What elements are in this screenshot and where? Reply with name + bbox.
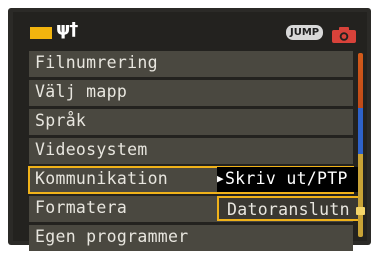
jump-button[interactable]: JUMP	[286, 25, 324, 40]
menu-item-videosystem[interactable]: Videosystem	[29, 138, 353, 164]
menu-header: ψ† JUMP	[13, 12, 367, 46]
submenu-option-label: Skriv ut/PTP	[224, 169, 348, 188]
menu-item-egen-programmer[interactable]: Egen programmer	[29, 225, 353, 251]
submenu-option-skriv-ut-ptp[interactable]: ▶Skriv ut/PTP	[217, 167, 360, 192]
camera-menu-screen: ψ† JUMP Filnumrering Välj mapp Språk Vid…	[13, 12, 367, 251]
submenu-option-datoranslutn[interactable]: Datoranslutn	[217, 196, 360, 221]
menu-item-valj-mapp[interactable]: Välj mapp	[29, 80, 353, 106]
menu-item-filnumrering[interactable]: Filnumrering	[29, 51, 353, 77]
camera-icon[interactable]	[331, 25, 357, 44]
setup-tools-icon[interactable]: ψ†	[56, 20, 78, 40]
folder-tab-icon[interactable]	[30, 27, 52, 39]
communication-submenu: ▶Skriv ut/PTP Datoranslutn	[217, 167, 360, 225]
submenu-option-label: Datoranslutn	[227, 200, 350, 219]
camera-lcd-frame: ψ† JUMP Filnumrering Välj mapp Språk Vid…	[8, 8, 371, 251]
scrollbar-thumb[interactable]	[356, 207, 365, 215]
selection-arrow-icon: ▶	[217, 172, 224, 185]
menu-item-sprak[interactable]: Språk	[29, 109, 353, 135]
